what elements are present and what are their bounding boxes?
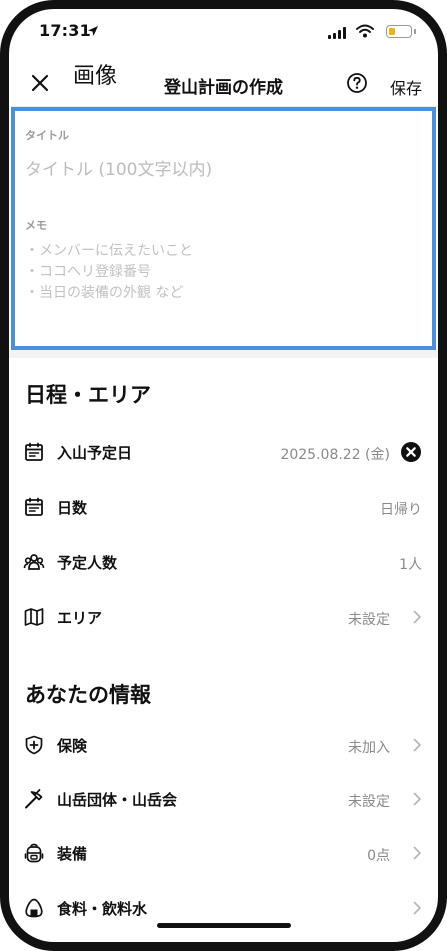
row-value: 未設定 [348,612,390,628]
cellular-signal-icon [328,27,346,39]
title-field-label: タイトル [25,129,69,142]
chevron-right-icon [413,846,421,860]
row-value: 2025.08.22 (金) [280,447,390,463]
memo-placeholder-line: ・メンバーに伝えたいこと [25,243,193,259]
memo-placeholder-line: ・当日の装備の外観 など [25,285,184,301]
row-value: 未設定 [348,794,390,810]
row-insurance[interactable]: 保険 未加入 [9,725,438,765]
memo-input[interactable]: ・メンバーに伝えたいこと ・ココヘリ登録番号 ・当日の装備の外観 など [25,241,193,304]
location-arrow-icon [88,26,98,36]
info-section-title: あなたの情報 [25,683,151,707]
row-label: 食料・飲料水 [57,900,148,918]
clear-circle-icon[interactable] [400,441,422,463]
row-label: 装備 [57,845,88,863]
row-label: 山岳団体・山岳会 [57,791,178,809]
row-food-water[interactable]: 食料・飲料水 [9,888,438,928]
map-icon [24,608,44,626]
row-area[interactable]: エリア 未設定 [9,597,438,637]
title-input[interactable]: タイトル (100文字以内) [25,155,212,180]
memo-field-label: メモ [25,219,47,232]
row-value: 0点 [367,848,390,864]
page-title: 登山計画の作成 [164,78,283,98]
chevron-right-icon [413,792,421,806]
ice-axe-icon [25,789,43,809]
people-icon [23,554,45,570]
calendar-icon [25,442,43,461]
help-icon[interactable] [346,72,368,94]
row-days[interactable]: 日数 日帰り [9,487,438,527]
memo-placeholder-line: ・ココヘリ登録番号 [25,264,151,280]
onigiri-icon [25,898,43,918]
status-time: 17:31 [39,21,91,40]
home-indicator[interactable] [156,923,291,928]
row-label: 入山予定日 [57,444,133,462]
schedule-section-title: 日程・エリア [25,383,151,407]
row-label: 日数 [57,499,88,517]
row-value: 日帰り [380,502,422,518]
chevron-right-icon [413,738,421,752]
backpack-icon [24,843,44,863]
row-value: 未加入 [348,740,390,756]
row-gear[interactable]: 装備 0点 [9,833,438,873]
row-label: 予定人数 [57,554,118,572]
title-memo-input-area[interactable]: タイトル タイトル (100文字以内) メモ ・メンバーに伝えたいこと ・ココヘ… [11,107,436,350]
wifi-icon [356,24,374,38]
save-button[interactable]: 保存 [390,75,422,99]
status-bar: 17:31 [31,21,418,45]
chevron-right-icon [413,610,421,624]
nav-header: 画像 登山計画の作成 保存 [9,55,438,107]
row-party-size[interactable]: 予定人数 1人 [9,542,438,582]
row-label: 保険 [57,737,88,755]
section-divider [9,350,438,358]
row-value: 1人 [399,557,422,573]
row-start-date[interactable]: 入山予定日 2025.08.22 (金) [9,432,438,472]
phone-frame: 17:31 画像 登山計画の作成 保存 タイトル タイトル (100文字以内) … [0,0,447,951]
row-alpine-club[interactable]: 山岳団体・山岳会 未設定 [9,779,438,819]
chevron-right-icon [413,901,421,915]
row-label: エリア [57,609,103,627]
calendar-icon [25,497,43,516]
battery-icon [386,25,416,38]
shield-plus-icon [25,735,43,755]
